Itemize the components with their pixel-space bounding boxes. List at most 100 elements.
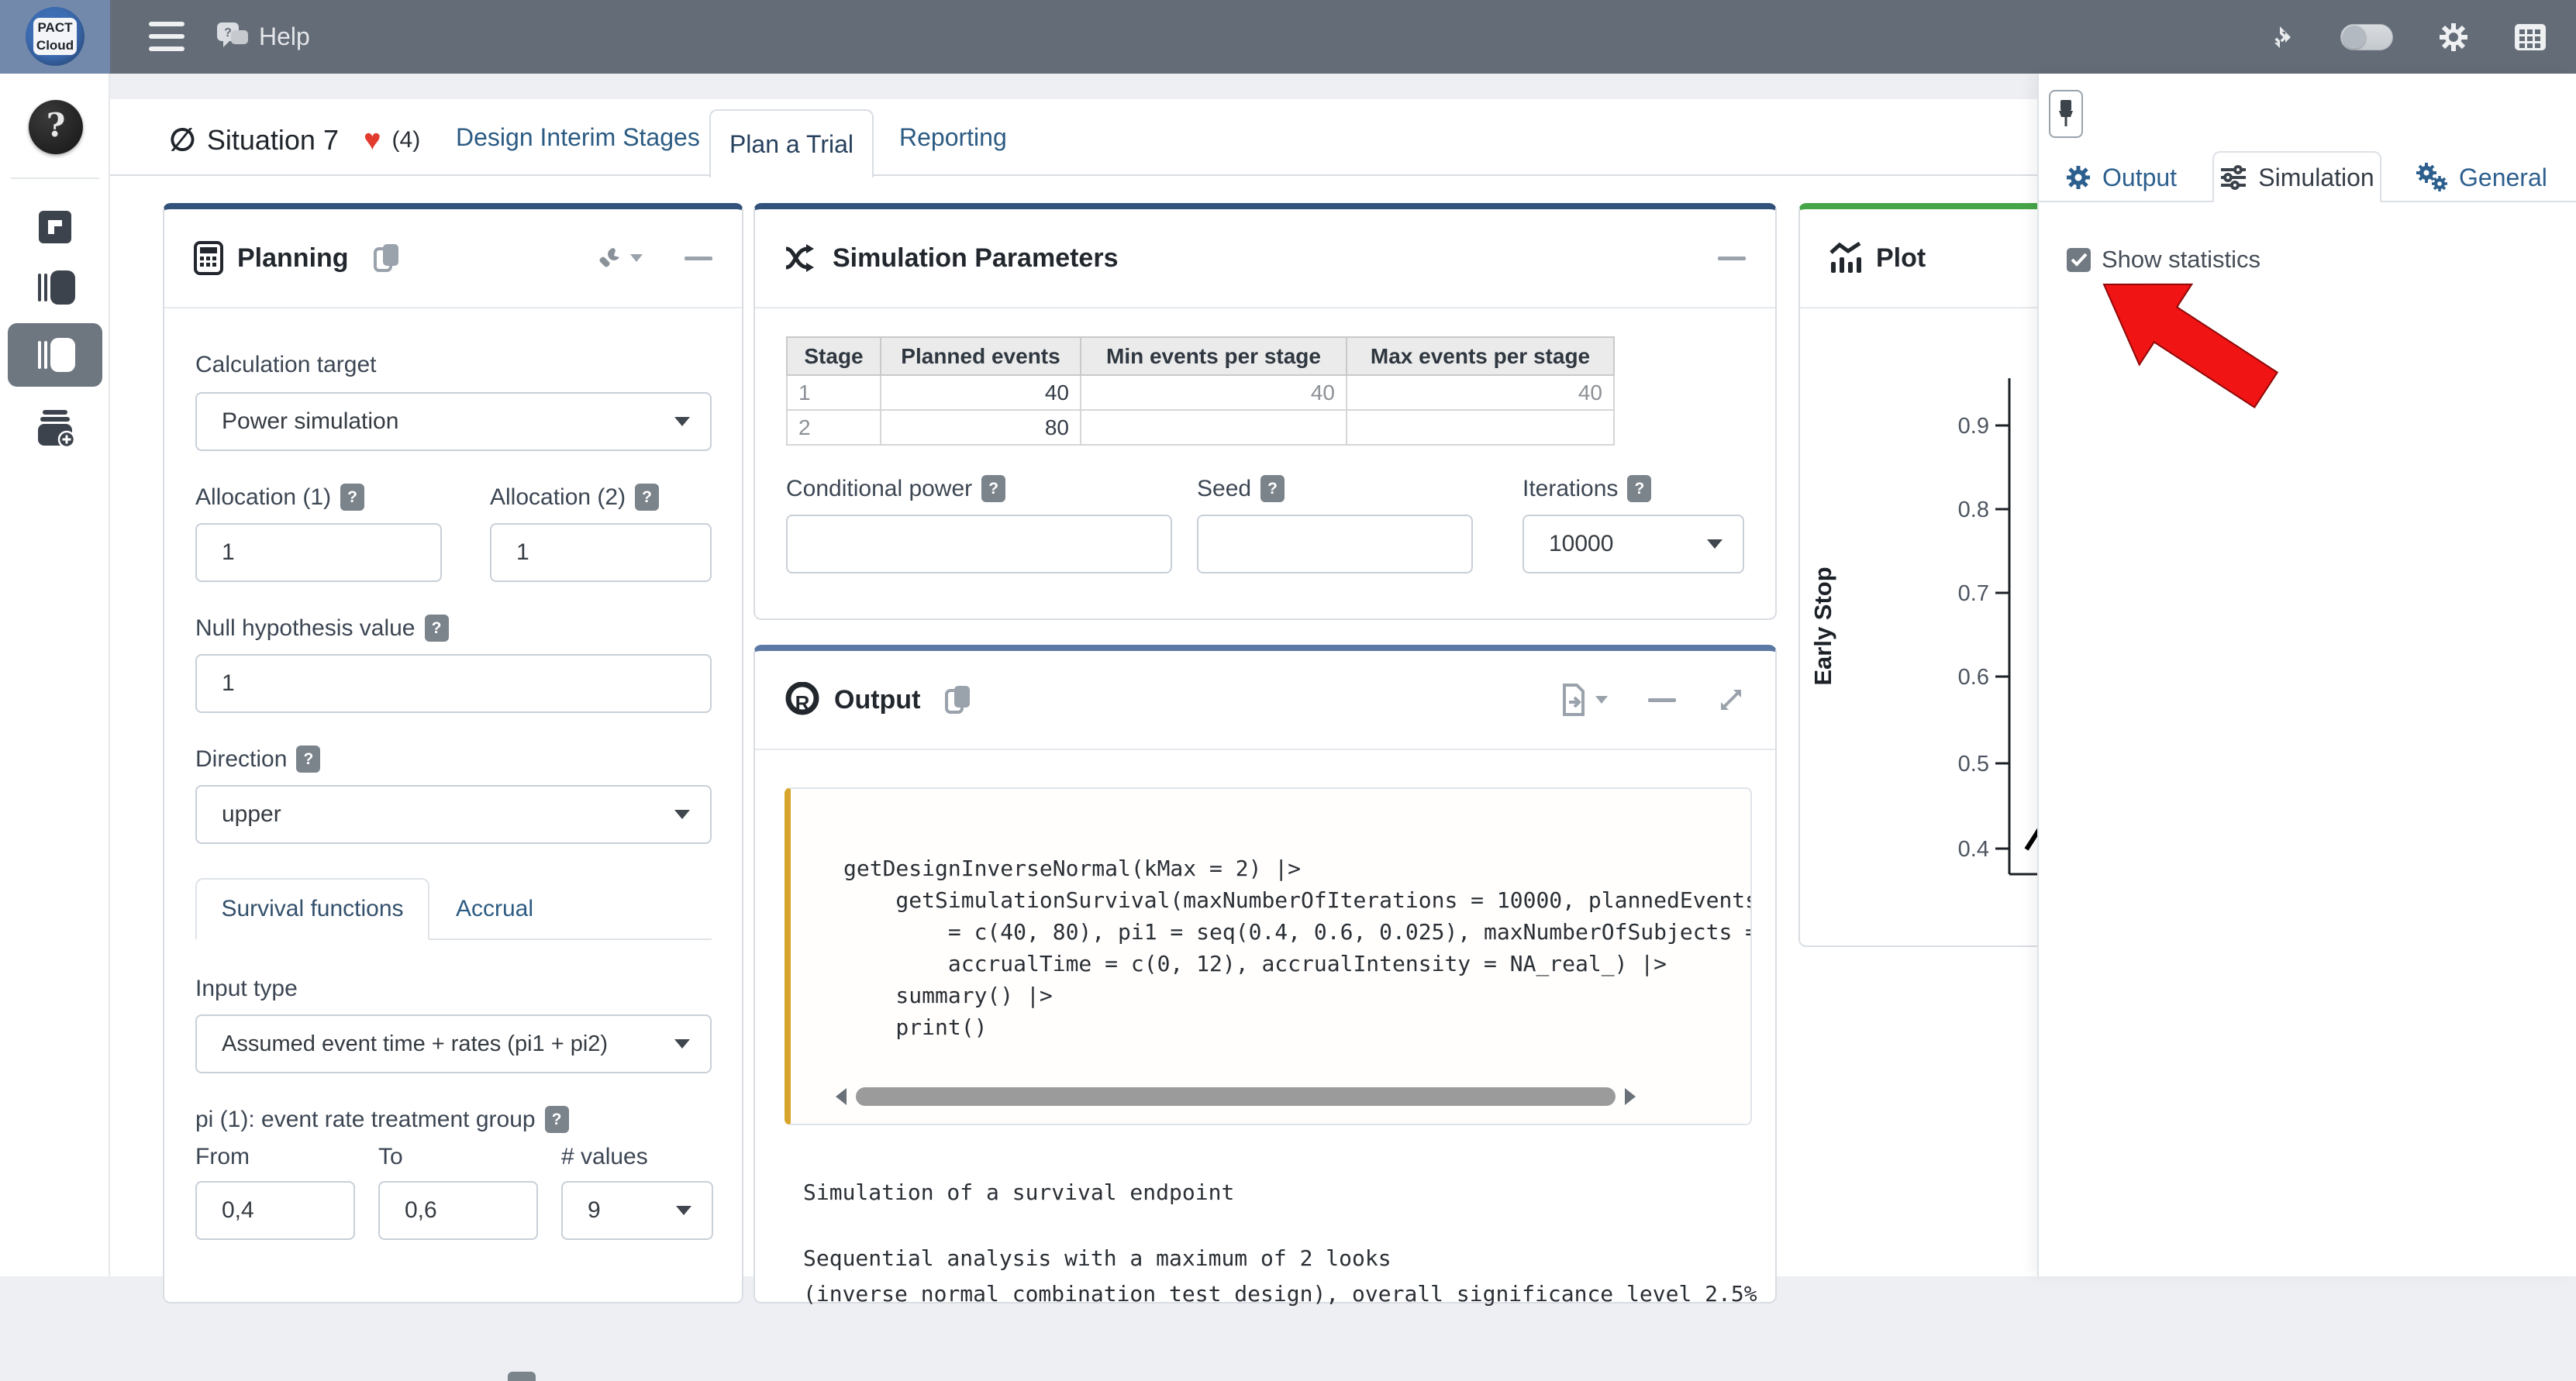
- output-text-line: (inverse normal combination test design)…: [803, 1281, 1757, 1307]
- tab-plan-a-trial[interactable]: Plan a Trial: [709, 109, 874, 177]
- table-cell[interactable]: 40: [1081, 375, 1347, 410]
- input-type-select[interactable]: Assumed event time + rates (pi1 + pi2): [195, 1014, 712, 1073]
- expand-diagonal-icon[interactable]: [1716, 685, 1746, 715]
- table-cell[interactable]: [1347, 410, 1614, 445]
- scroll-right-icon[interactable]: [1625, 1088, 1636, 1105]
- calculation-target-select[interactable]: Power simulation: [195, 392, 712, 451]
- logo-text-line1: PACT: [33, 19, 77, 37]
- planning-title: Planning: [237, 243, 349, 274]
- table-row: 2 80: [787, 410, 1614, 445]
- dark-mode-toggle[interactable]: [2340, 24, 2393, 50]
- null-hypothesis-help-icon[interactable]: ?: [425, 615, 449, 642]
- allocation2-help-icon[interactable]: ?: [635, 484, 659, 511]
- gears-icon: [2416, 163, 2448, 192]
- scroll-left-icon[interactable]: [836, 1088, 847, 1105]
- subtab-survival-functions[interactable]: Survival functions: [195, 878, 429, 940]
- output-text-line: Sequential analysis with a maximum of 2 …: [803, 1245, 1757, 1271]
- right-tab-output[interactable]: Output: [2065, 154, 2177, 201]
- iterations-select[interactable]: 10000: [1522, 515, 1744, 573]
- tab-design-interim-stages[interactable]: Design Interim Stages: [456, 99, 700, 176]
- settings-overlay-panel: Output Simulation: [2037, 74, 2576, 1276]
- pi1-num-values-select[interactable]: 9: [561, 1181, 713, 1240]
- pi1-to-input[interactable]: 0,6: [378, 1181, 538, 1240]
- wrench-caret-icon: [630, 254, 643, 262]
- pi1-from-input[interactable]: 0,4: [195, 1181, 355, 1240]
- hamburger-menu-icon[interactable]: [149, 22, 184, 53]
- clipped-help-badge: [508, 1372, 536, 1381]
- fullscreen-icon[interactable]: [2264, 22, 2295, 53]
- app-logo-block[interactable]: PACT Cloud: [0, 0, 110, 74]
- table-cell: 2: [787, 410, 881, 445]
- direction-label: Direction ?: [195, 746, 711, 773]
- subtab-accrual[interactable]: Accrual: [456, 878, 533, 940]
- pin-button[interactable]: [2049, 90, 2083, 138]
- copy-output-icon[interactable]: [945, 684, 973, 715]
- y-tick-label: 0.9: [1958, 414, 1989, 439]
- iterations-help-icon[interactable]: ?: [1627, 475, 1651, 502]
- simparams-collapse-icon[interactable]: [1718, 257, 1746, 260]
- r-logo-icon: R: [785, 682, 820, 718]
- main-content-card: ∅ Situation 7 ♥ (4) Design Interim Stage…: [110, 99, 2037, 1276]
- svg-text:R: R: [795, 691, 810, 715]
- tab-reporting[interactable]: Reporting: [899, 99, 1007, 176]
- help-button[interactable]: ? Help: [216, 19, 310, 54]
- right-tab-simulation[interactable]: Simulation: [2212, 151, 2381, 202]
- output-panel: R Output: [753, 645, 1777, 1304]
- sidebar-item-panel-layout[interactable]: [0, 264, 110, 311]
- checkbox-checked-icon[interactable]: [2067, 248, 2091, 272]
- seed-input[interactable]: [1197, 515, 1473, 573]
- help-label: Help: [259, 22, 310, 51]
- simulation-parameters-panel: Simulation Parameters Stage Planned even…: [753, 203, 1777, 620]
- pi1-help-icon[interactable]: ?: [545, 1106, 569, 1133]
- r-code-block[interactable]: getDesignInverseNormal(kMax = 2) |> getS…: [785, 787, 1752, 1125]
- table-cell[interactable]: 80: [881, 410, 1081, 445]
- main-tab-row: ∅ Situation 7 ♥ (4) Design Interim Stage…: [110, 99, 2037, 176]
- num-values-label: # values: [561, 1144, 713, 1170]
- left-sidebar: ?: [0, 74, 110, 1276]
- code-line: getDesignInverseNormal(kMax = 2) |>: [843, 852, 1750, 884]
- col-header-min: Min events per stage: [1081, 337, 1347, 375]
- direction-select[interactable]: upper: [195, 785, 712, 844]
- heart-icon[interactable]: ♥: [364, 124, 381, 157]
- allocation1-input[interactable]: 1: [195, 523, 442, 582]
- favorites-count: (4): [392, 127, 421, 153]
- table-cell[interactable]: 40: [1347, 375, 1614, 410]
- direction-help-icon[interactable]: ?: [296, 746, 320, 773]
- plot-title: Plot: [1876, 243, 1926, 274]
- y-tick-label: 0.4: [1958, 837, 1989, 862]
- scrollbar-thumb[interactable]: [856, 1087, 1616, 1106]
- planning-collapse-icon[interactable]: [685, 257, 712, 260]
- table-cell[interactable]: [1081, 410, 1347, 445]
- conditional-power-input[interactable]: [786, 515, 1172, 573]
- app-logo: PACT Cloud: [26, 7, 84, 66]
- sidebar-item-add-situation[interactable]: [0, 405, 110, 452]
- conditional-power-help-icon[interactable]: ?: [981, 475, 1005, 502]
- show-statistics-checkbox[interactable]: Show statistics: [2067, 246, 2260, 274]
- apps-grid-icon[interactable]: [2514, 22, 2547, 53]
- seed-help-icon[interactable]: ?: [1260, 475, 1285, 502]
- planning-panel: Planning Calculation target: [163, 203, 743, 1304]
- export-icon[interactable]: [1561, 684, 1608, 716]
- settings-gear-icon[interactable]: [2438, 22, 2469, 53]
- sidebar-item-active-view[interactable]: [8, 323, 102, 387]
- allocation1-help-icon[interactable]: ?: [340, 484, 364, 511]
- input-type-label: Input type: [195, 976, 711, 1002]
- top-header-bar: PACT Cloud ? Help: [0, 0, 2576, 74]
- wrench-icon[interactable]: [596, 245, 643, 271]
- copy-icon[interactable]: [374, 243, 402, 274]
- table-cell[interactable]: 40: [881, 375, 1081, 410]
- allocation2-input[interactable]: 1: [490, 523, 712, 582]
- code-line: getSimulationSurvival(maxNumberOfIterati…: [843, 884, 1750, 916]
- shuffle-icon: [785, 243, 819, 274]
- sidebar-item-board[interactable]: [0, 204, 110, 250]
- output-text-line: Simulation of a survival endpoint: [803, 1180, 1757, 1205]
- null-hypothesis-input[interactable]: 1: [195, 654, 712, 713]
- stack-add-icon: [35, 410, 75, 447]
- user-avatar[interactable]: ?: [29, 100, 83, 154]
- output-collapse-icon[interactable]: [1648, 698, 1676, 702]
- right-tab-general[interactable]: General: [2416, 154, 2547, 201]
- horizontal-scrollbar[interactable]: [836, 1087, 1719, 1107]
- sliders-icon: [2219, 164, 2247, 191]
- situation-label: Situation 7: [207, 124, 339, 157]
- panel-layout-icon: [35, 270, 75, 305]
